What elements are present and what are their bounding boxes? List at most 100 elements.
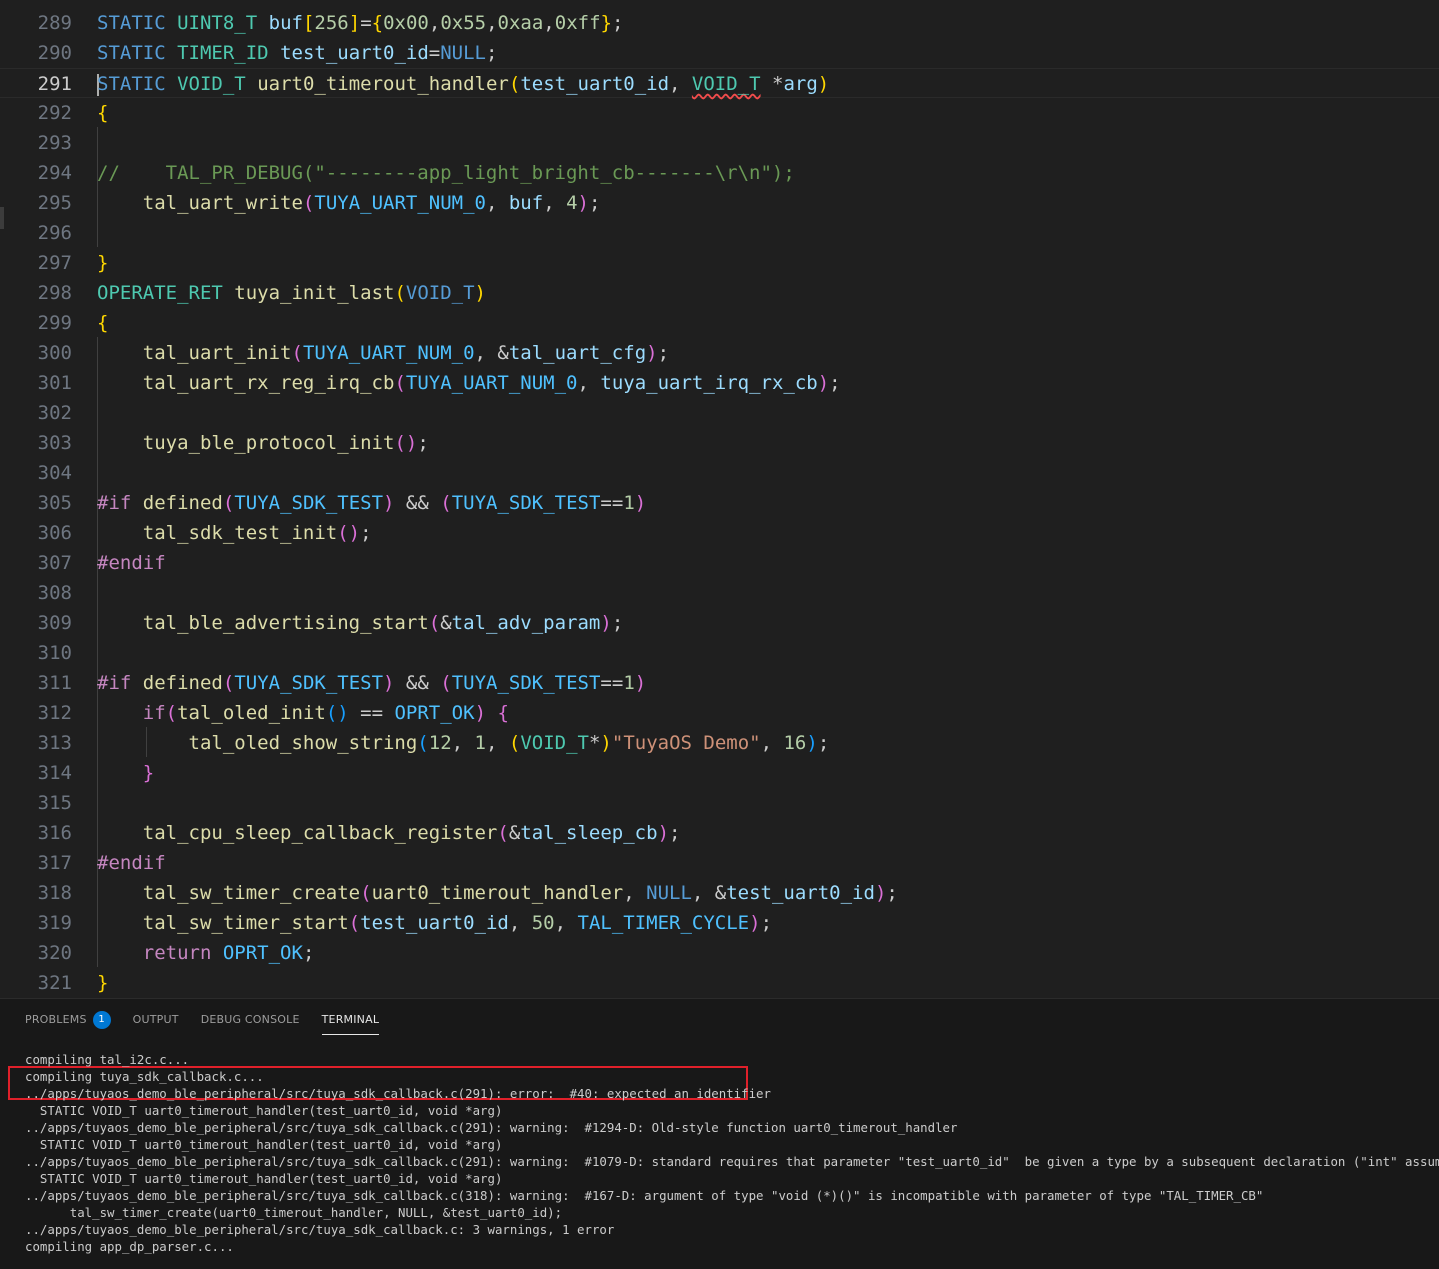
code-editor[interactable]: 289 STATIC UINT8_T buf[256]={0x00,0x55,0…: [0, 0, 1439, 998]
code-line[interactable]: 299 {: [0, 308, 1439, 338]
terminal-line: ../apps/tuyaos_demo_ble_peripheral/src/t…: [25, 1188, 1264, 1203]
code-text: #if defined(TUYA_SDK_TEST) && (TUYA_SDK_…: [97, 492, 647, 514]
code-text: tuya_ble_protocol_init();: [142, 432, 429, 454]
code-line[interactable]: 321 }: [0, 968, 1439, 998]
horizontal-scrollbar[interactable]: [0, 1257, 1439, 1269]
line-number: 319: [37, 912, 72, 934]
problems-count-badge: 1: [92, 1011, 111, 1029]
code-line-current[interactable]: 291 STATIC VOID_T uart0_timerout_handler…: [0, 68, 1439, 98]
code-text: #endif: [97, 552, 166, 574]
code-text: }: [97, 972, 109, 994]
code-text: tal_sdk_test_init();: [142, 522, 372, 544]
line-number: 308: [37, 582, 72, 604]
line-number: 298: [37, 282, 72, 304]
line-number: 316: [37, 822, 72, 844]
code-text: tal_uart_write(TUYA_UART_NUM_0, buf, 4);: [142, 192, 601, 214]
code-text: OPERATE_RET tuya_init_last(VOID_T): [97, 282, 486, 304]
code-line[interactable]: 296: [0, 218, 1439, 248]
code-line[interactable]: 305 #if defined(TUYA_SDK_TEST) && (TUYA_…: [0, 488, 1439, 518]
terminal-line: STATIC VOID_T uart0_timerout_handler(tes…: [25, 1137, 503, 1152]
line-number: 320: [37, 942, 72, 964]
code-line[interactable]: 320 return OPRT_OK;: [0, 938, 1439, 968]
code-text: tal_sw_timer_create(uart0_timerout_handl…: [142, 882, 898, 904]
code-line[interactable]: 316 tal_cpu_sleep_callback_register(&tal…: [0, 818, 1439, 848]
terminal-line: compiling app_dp_parser.c...: [25, 1239, 234, 1254]
code-line[interactable]: 298 OPERATE_RET tuya_init_last(VOID_T): [0, 278, 1439, 308]
line-number: 290: [37, 42, 72, 64]
code-line[interactable]: 308: [0, 578, 1439, 608]
code-text: // TAL_PR_DEBUG("--------app_light_brigh…: [97, 162, 795, 184]
terminal-line: ../apps/tuyaos_demo_ble_peripheral/src/t…: [25, 1120, 958, 1135]
code-text: tal_uart_rx_reg_irq_cb(TUYA_UART_NUM_0, …: [142, 372, 841, 394]
code-text: }: [142, 762, 155, 784]
code-text: #endif: [97, 852, 166, 874]
line-number: 302: [37, 402, 72, 424]
code-line[interactable]: 289 STATIC UINT8_T buf[256]={0x00,0x55,0…: [0, 8, 1439, 38]
code-text: STATIC VOID_T uart0_timerout_handler(tes…: [97, 73, 830, 96]
code-line[interactable]: 309 tal_ble_advertising_start(&tal_adv_p…: [0, 608, 1439, 638]
line-number: 310: [37, 642, 72, 664]
code-line[interactable]: 290 STATIC TIMER_ID test_uart0_id=NULL;: [0, 38, 1439, 68]
code-line[interactable]: 297 }: [0, 248, 1439, 278]
code-line[interactable]: 294 // TAL_PR_DEBUG("--------app_light_b…: [0, 158, 1439, 188]
line-number: 299: [37, 312, 72, 334]
bottom-panel: PROBLEMS 1 OUTPUT DEBUG CONSOLE TERMINAL …: [0, 998, 1439, 1269]
code-line[interactable]: 292 {: [0, 98, 1439, 128]
line-number: 321: [37, 972, 72, 994]
line-number: 289: [37, 12, 72, 34]
code-line[interactable]: 293: [0, 128, 1439, 158]
code-line[interactable]: 300 tal_uart_init(TUYA_UART_NUM_0, &tal_…: [0, 338, 1439, 368]
terminal-line: compiling tal_i2c.c...: [25, 1052, 190, 1067]
code-text: tal_uart_init(TUYA_UART_NUM_0, &tal_uart…: [142, 342, 670, 364]
code-text: return OPRT_OK;: [142, 942, 315, 964]
code-line[interactable]: 313 tal_oled_show_string(12, 1, (VOID_T*…: [0, 728, 1439, 758]
line-number: 292: [37, 102, 72, 124]
code-line[interactable]: 307 #endif: [0, 548, 1439, 578]
code-text: {: [97, 312, 109, 334]
tab-output[interactable]: OUTPUT: [133, 1009, 179, 1035]
terminal-line: ../apps/tuyaos_demo_ble_peripheral/src/t…: [25, 1154, 1439, 1169]
code-text: tal_sw_timer_start(test_uart0_id, 50, TA…: [142, 912, 773, 934]
code-text: #if defined(TUYA_SDK_TEST) && (TUYA_SDK_…: [97, 672, 647, 694]
line-number: 303: [37, 432, 72, 454]
line-number: 294: [37, 162, 72, 184]
code-line[interactable]: 303 tuya_ble_protocol_init();: [0, 428, 1439, 458]
tab-problems[interactable]: PROBLEMS 1: [25, 1009, 111, 1035]
line-number: 309: [37, 612, 72, 634]
terminal-output[interactable]: compiling tal_i2c.c... compiling tuya_sdk…: [25, 1051, 1439, 1255]
code-text: STATIC UINT8_T buf[256]={0x00,0x55,0xaa,…: [97, 12, 624, 34]
code-line[interactable]: 319 tal_sw_timer_start(test_uart0_id, 50…: [0, 908, 1439, 938]
code-line[interactable]: 304: [0, 458, 1439, 488]
code-line[interactable]: 311 #if defined(TUYA_SDK_TEST) && (TUYA_…: [0, 668, 1439, 698]
code-text: if(tal_oled_init() == OPRT_OK) {: [142, 702, 509, 724]
code-text: tal_cpu_sleep_callback_register(&tal_sle…: [142, 822, 681, 844]
code-text: STATIC TIMER_ID test_uart0_id=NULL;: [97, 42, 498, 64]
code-line[interactable]: 306 tal_sdk_test_init();: [0, 518, 1439, 548]
line-number: 305: [37, 492, 72, 514]
code-line[interactable]: 315: [0, 788, 1439, 818]
code-line[interactable]: 317 #endif: [0, 848, 1439, 878]
code-line[interactable]: 314 }: [0, 758, 1439, 788]
line-number: 293: [37, 132, 72, 154]
line-number: 304: [37, 462, 72, 484]
code-line[interactable]: 301 tal_uart_rx_reg_irq_cb(TUYA_UART_NUM…: [0, 368, 1439, 398]
terminal-line: tal_sw_timer_create(uart0_timerout_handl…: [25, 1205, 563, 1220]
tab-terminal[interactable]: TERMINAL: [321, 1009, 380, 1035]
line-number: 307: [37, 552, 72, 574]
tab-problems-label: PROBLEMS: [25, 1013, 87, 1026]
code-text: tal_ble_advertising_start(&tal_adv_param…: [142, 612, 624, 634]
line-number: 313: [37, 732, 72, 754]
terminal-line: ../apps/tuyaos_demo_ble_peripheral/src/t…: [25, 1222, 615, 1237]
line-number: 312: [37, 702, 72, 724]
line-number: 291: [37, 73, 72, 95]
line-number: 297: [37, 252, 72, 274]
code-line[interactable]: 310: [0, 638, 1439, 668]
code-line[interactable]: 312 if(tal_oled_init() == OPRT_OK) {: [0, 698, 1439, 728]
code-line[interactable]: 318 tal_sw_timer_create(uart0_timerout_h…: [0, 878, 1439, 908]
code-line[interactable]: 302: [0, 398, 1439, 428]
terminal-line: compiling tuya_sdk_callback.c...: [25, 1069, 264, 1084]
tab-debug-console[interactable]: DEBUG CONSOLE: [201, 1009, 300, 1035]
code-line[interactable]: 295 tal_uart_write(TUYA_UART_NUM_0, buf,…: [0, 188, 1439, 218]
line-number: 301: [37, 372, 72, 394]
line-number: 300: [37, 342, 72, 364]
